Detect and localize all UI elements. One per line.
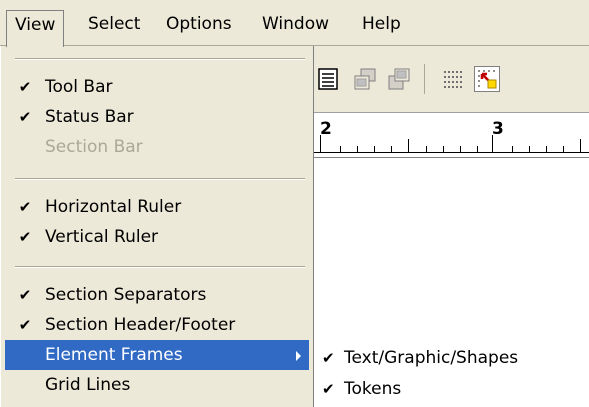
menu-separator (15, 58, 305, 60)
menu-item-horizontal-ruler[interactable]: ✔ Horizontal Ruler (5, 192, 309, 222)
ruler-tick (546, 146, 547, 153)
element-frames-submenu: ✔ Text/Graphic/Shapes ✔ Tokens (314, 338, 589, 407)
horizontal-ruler: 2 3 (300, 112, 589, 158)
checkmark-icon: ✔ (18, 316, 32, 334)
ruler-number: 2 (320, 119, 332, 139)
menu-select[interactable]: Select (88, 10, 140, 40)
menu-help[interactable]: Help (362, 10, 401, 40)
checkmark-icon: ✔ (18, 286, 32, 304)
ruler-tick (460, 146, 461, 153)
grid-dots-icon[interactable] (440, 66, 466, 92)
ruler-tick (443, 146, 444, 153)
menu-item-section-header-footer[interactable]: ✔ Section Header/Footer (5, 310, 309, 340)
menu-item-label: Horizontal Ruler (45, 197, 182, 217)
submenu-arrow-icon (296, 351, 301, 361)
menu-item-label: Section Header/Footer (45, 315, 236, 335)
menu-item-label: Tool Bar (45, 77, 113, 97)
menu-item-label: Status Bar (45, 107, 134, 127)
menu-item-label: Section Bar (45, 137, 143, 157)
ruler-baseline (312, 152, 589, 153)
menu-separator (15, 178, 305, 180)
view-menu-dropdown: ✔ Tool Bar ✔ Status Bar Section Bar ✔ Ho… (0, 46, 314, 407)
menu-separator (15, 266, 305, 268)
submenu-item-label: Text/Graphic/Shapes (344, 348, 519, 368)
checkmark-icon: ✔ (322, 349, 335, 367)
checkmark-icon: ✔ (18, 228, 32, 246)
ruler-tick (340, 146, 341, 153)
ruler-tick (408, 139, 409, 153)
toolbar (300, 46, 589, 112)
ruler-tick (563, 146, 564, 153)
menu-item-label: Element Frames (45, 345, 183, 365)
ruler-tick (357, 146, 358, 153)
ruler-tick (529, 146, 530, 153)
menu-item-section-separators[interactable]: ✔ Section Separators (5, 280, 309, 310)
toolbar-separator (424, 64, 425, 94)
bring-to-front-icon[interactable] (352, 66, 378, 92)
menu-view[interactable]: View (6, 10, 65, 47)
ruler-tick (492, 135, 493, 153)
ruler-tick (391, 146, 392, 153)
ruler-tick (512, 146, 513, 153)
menu-item-label: Vertical Ruler (45, 227, 159, 247)
checkmark-icon: ✔ (18, 108, 32, 126)
submenu-item-label: Tokens (344, 379, 402, 399)
ruler-tick (477, 146, 478, 153)
checkmark-icon: ✔ (18, 198, 32, 216)
ruler-number: 3 (492, 119, 504, 139)
submenu-item-tokens[interactable]: ✔ Tokens (314, 374, 589, 404)
menu-item-label: Section Separators (45, 285, 207, 305)
menu-item-vertical-ruler[interactable]: ✔ Vertical Ruler (5, 222, 309, 252)
checkmark-icon: ✔ (18, 78, 32, 96)
submenu-item-text-graphic-shapes[interactable]: ✔ Text/Graphic/Shapes (314, 343, 589, 373)
checkmark-icon: ✔ (322, 380, 335, 398)
menu-bar: View Select Options Window Help (0, 0, 589, 47)
app-window: View Select Options Window Help 2 3 ✔ To… (0, 0, 589, 407)
ruler-tick (426, 146, 427, 153)
menu-item-section-bar: Section Bar (5, 132, 309, 162)
list-view-icon[interactable] (316, 66, 342, 92)
menu-item-element-frames[interactable]: Element Frames (5, 340, 309, 370)
ruler-tick (374, 146, 375, 153)
menu-window[interactable]: Window (262, 10, 329, 40)
ruler-tick (580, 139, 581, 153)
menu-options[interactable]: Options (166, 10, 232, 40)
menu-item-grid-lines[interactable]: Grid Lines (5, 370, 309, 400)
menu-item-status-bar[interactable]: ✔ Status Bar (5, 102, 309, 132)
send-to-back-icon[interactable] (386, 66, 412, 92)
ruler-tick (320, 135, 321, 153)
menu-item-label: Grid Lines (45, 375, 131, 395)
menu-item-tool-bar[interactable]: ✔ Tool Bar (5, 72, 309, 102)
snap-to-grid-icon[interactable] (474, 66, 500, 92)
